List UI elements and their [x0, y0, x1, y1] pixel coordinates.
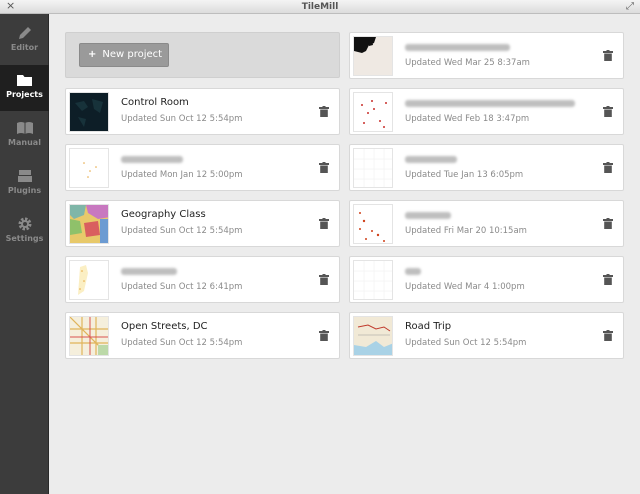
- gear-icon: [18, 217, 31, 231]
- window-title: TileMill: [301, 2, 339, 12]
- trash-icon[interactable]: [319, 330, 329, 341]
- project-name: [121, 265, 177, 275]
- project-thumbnail: [353, 260, 393, 300]
- project-thumbnail: [353, 204, 393, 244]
- trash-icon[interactable]: [603, 330, 613, 341]
- project-updated: Updated Mon Jan 12 5:00pm: [121, 170, 243, 180]
- sidebar: Editor Projects Manual Plugins Settings: [0, 14, 49, 494]
- trash-icon[interactable]: [319, 106, 329, 117]
- project-card[interactable]: Updated Wed Feb 18 3:47pm: [349, 88, 624, 135]
- folder-icon: [16, 75, 32, 86]
- sidebar-item-label: Plugins: [7, 186, 42, 195]
- new-project-button[interactable]: + New project: [79, 43, 169, 67]
- project-thumbnail: [353, 92, 393, 132]
- title-bar: × TileMill ⤢: [0, 0, 640, 14]
- project-card[interactable]: Open Streets, DC Updated Sun Oct 12 5:54…: [65, 312, 340, 359]
- book-icon: [16, 122, 33, 134]
- project-thumbnail: [353, 148, 393, 188]
- project-updated: Updated Sun Oct 12 5:54pm: [121, 338, 243, 348]
- project-card[interactable]: Updated Wed Mar 25 8:37am: [349, 32, 624, 79]
- project-card[interactable]: Control Room Updated Sun Oct 12 5:54pm: [65, 88, 340, 135]
- new-project-label: New project: [102, 49, 163, 60]
- project-name: [405, 265, 421, 275]
- project-name: [405, 97, 575, 107]
- pencil-icon: [18, 27, 31, 39]
- project-card[interactable]: Updated Wed Mar 4 1:00pm: [349, 256, 624, 303]
- project-updated: Updated Wed Mar 4 1:00pm: [405, 282, 525, 292]
- project-thumbnail: [69, 316, 109, 356]
- project-name: [405, 209, 451, 219]
- trash-icon[interactable]: [603, 50, 613, 61]
- sidebar-item-label: Settings: [5, 234, 44, 243]
- new-project-card: + New project: [65, 32, 340, 78]
- trash-icon[interactable]: [319, 274, 329, 285]
- trash-icon[interactable]: [603, 162, 613, 173]
- project-name: Control Room: [121, 97, 189, 108]
- project-thumbnail: [69, 92, 109, 132]
- maximize-icon[interactable]: ⤢: [626, 0, 634, 14]
- project-updated: Updated Sun Oct 12 5:54pm: [405, 338, 527, 348]
- project-updated: Updated Tue Jan 13 6:05pm: [405, 170, 524, 180]
- project-name: Geography Class: [121, 209, 206, 220]
- project-name: Road Trip: [405, 321, 452, 332]
- project-card[interactable]: Geography Class Updated Sun Oct 12 5:54p…: [65, 200, 340, 247]
- sidebar-item-label: Projects: [6, 90, 43, 99]
- project-thumbnail: [353, 36, 393, 76]
- trash-icon[interactable]: [319, 162, 329, 173]
- sidebar-item-label: Manual: [8, 138, 41, 147]
- project-updated: Updated Sun Oct 12 5:54pm: [121, 226, 243, 236]
- plus-icon: +: [88, 49, 97, 60]
- sidebar-item-editor[interactable]: Editor: [0, 18, 49, 64]
- sidebar-item-label: Editor: [10, 43, 39, 52]
- project-thumbnail: [69, 204, 109, 244]
- project-updated: Updated Wed Mar 25 8:37am: [405, 58, 530, 68]
- project-updated: Updated Wed Feb 18 3:47pm: [405, 114, 530, 124]
- project-name: [405, 153, 457, 163]
- project-updated: Updated Sun Oct 12 6:41pm: [121, 282, 243, 292]
- project-updated: Updated Sun Oct 12 5:54pm: [121, 114, 243, 124]
- sidebar-item-manual[interactable]: Manual: [0, 113, 49, 159]
- project-name: [121, 153, 183, 163]
- plugins-icon: [17, 170, 32, 182]
- project-name: Open Streets, DC: [121, 321, 208, 332]
- project-card[interactable]: Updated Tue Jan 13 6:05pm: [349, 144, 624, 191]
- sidebar-item-plugins[interactable]: Plugins: [0, 161, 49, 207]
- project-thumbnail: [353, 316, 393, 356]
- project-updated: Updated Fri Mar 20 10:15am: [405, 226, 527, 236]
- project-thumbnail: [69, 148, 109, 188]
- sidebar-item-settings[interactable]: Settings: [0, 209, 49, 255]
- projects-panel: + New project Updated Wed Mar 25 8:37am C…: [50, 14, 640, 494]
- project-card[interactable]: Updated Mon Jan 12 5:00pm: [65, 144, 340, 191]
- project-card[interactable]: Updated Fri Mar 20 10:15am: [349, 200, 624, 247]
- project-thumbnail: [69, 260, 109, 300]
- project-name: [405, 41, 510, 51]
- trash-icon[interactable]: [603, 274, 613, 285]
- project-card[interactable]: Road Trip Updated Sun Oct 12 5:54pm: [349, 312, 624, 359]
- trash-icon[interactable]: [603, 106, 613, 117]
- sidebar-item-projects[interactable]: Projects: [0, 65, 49, 111]
- trash-icon[interactable]: [319, 218, 329, 229]
- project-card[interactable]: Updated Sun Oct 12 6:41pm: [65, 256, 340, 303]
- trash-icon[interactable]: [603, 218, 613, 229]
